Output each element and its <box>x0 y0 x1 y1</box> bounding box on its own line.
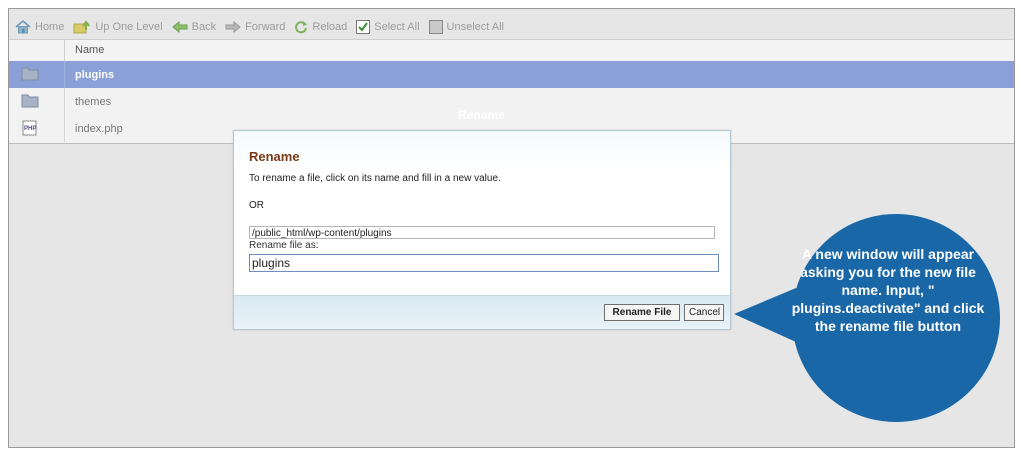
or-text: OR <box>249 200 264 211</box>
select-all-button[interactable]: Select All <box>356 20 420 34</box>
file-name[interactable]: index.php <box>75 123 123 135</box>
file-name[interactable]: plugins <box>75 69 114 81</box>
column-divider <box>64 115 65 142</box>
reload-button[interactable]: Reload <box>294 20 347 34</box>
forward-label: Forward <box>245 21 286 33</box>
dialog-window-title: Rename <box>458 108 505 122</box>
select-all-label: Select All <box>374 21 420 33</box>
file-table: Name plugins themes PHP index.php <box>9 39 1014 144</box>
callout-text: A new window will appear asking you for … <box>791 246 985 334</box>
unselect-all-label: Unselect All <box>446 21 505 33</box>
unselect-all-button[interactable]: Unselect All <box>428 20 505 34</box>
folder-icon <box>21 67 39 81</box>
folder-up-icon <box>73 20 91 34</box>
checkbox-checked-icon <box>356 20 371 34</box>
forward-button[interactable]: Forward <box>225 21 285 33</box>
rename-input[interactable] <box>249 254 719 272</box>
rename-file-button[interactable]: Rename File <box>604 304 680 321</box>
file-name[interactable]: themes <box>75 96 111 108</box>
current-path-field: /public_html/wp-content/plugins <box>249 226 715 239</box>
toolbar: Home Up One Level Back Forward Reload Se… <box>8 14 1015 40</box>
back-label: Back <box>191 21 217 33</box>
rename-dialog: Rename To rename a file, click on its na… <box>233 130 731 330</box>
table-row[interactable]: plugins <box>9 61 1014 88</box>
column-header-name[interactable]: Name <box>75 44 104 56</box>
php-file-icon: PHP <box>22 120 37 136</box>
checkbox-unchecked-icon <box>428 20 443 34</box>
up-one-level-label: Up One Level <box>95 21 163 33</box>
rename-label: Rename file as: <box>249 240 319 251</box>
column-divider <box>64 88 65 115</box>
folder-icon <box>21 94 39 108</box>
dialog-heading: Rename <box>249 149 300 164</box>
cancel-button[interactable]: Cancel <box>684 304 724 321</box>
dialog-footer: Rename File Cancel <box>234 295 730 329</box>
svg-text:PHP: PHP <box>24 126 36 132</box>
up-one-level-button[interactable]: Up One Level <box>73 20 163 34</box>
column-divider <box>64 61 65 88</box>
home-label: Home <box>35 21 65 33</box>
reload-icon <box>295 21 308 34</box>
dialog-instructions: To rename a file, click on its name and … <box>249 173 501 184</box>
column-divider <box>64 40 65 61</box>
reload-label: Reload <box>312 21 348 33</box>
forward-arrow-icon <box>225 21 241 33</box>
table-header: Name <box>9 39 1014 62</box>
back-arrow-icon <box>171 21 188 33</box>
home-icon <box>15 20 31 34</box>
home-button[interactable]: Home <box>15 20 64 34</box>
back-button[interactable]: Back <box>171 21 217 33</box>
